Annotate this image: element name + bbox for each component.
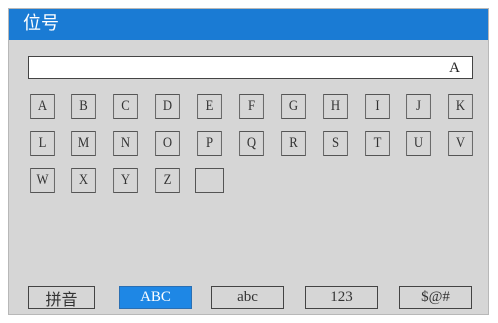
mode-numeric-button[interactable]: 123	[305, 286, 378, 309]
key-h[interactable]: H	[323, 94, 348, 119]
key-b[interactable]: B	[71, 94, 96, 119]
title-bar: 位号	[9, 9, 488, 40]
key-c[interactable]: C	[113, 94, 138, 119]
key-q[interactable]: Q	[239, 131, 264, 156]
key-o[interactable]: O	[155, 131, 180, 156]
input-dialog: 位号 A A B C D E F G H I J K L M N O P Q R…	[8, 8, 489, 315]
key-s[interactable]: S	[323, 131, 348, 156]
mode-uppercase-button[interactable]: ABC	[119, 286, 192, 309]
key-l[interactable]: L	[30, 131, 55, 156]
dialog-title: 位号	[23, 13, 59, 34]
key-g[interactable]: G	[281, 94, 306, 119]
text-input-field[interactable]: A	[28, 56, 473, 79]
key-y[interactable]: Y	[113, 168, 138, 193]
mode-lowercase-button[interactable]: abc	[211, 286, 284, 309]
key-a[interactable]: A	[30, 94, 55, 119]
key-x[interactable]: X	[71, 168, 96, 193]
key-k[interactable]: K	[448, 94, 473, 119]
key-r[interactable]: R	[281, 131, 306, 156]
key-d[interactable]: D	[155, 94, 180, 119]
key-j[interactable]: J	[406, 94, 431, 119]
key-m[interactable]: M	[71, 131, 96, 156]
key-f[interactable]: F	[239, 94, 264, 119]
key-t[interactable]: T	[365, 131, 390, 156]
key-n[interactable]: N	[113, 131, 138, 156]
key-w[interactable]: W	[30, 168, 55, 193]
input-value: A	[449, 60, 460, 76]
key-v[interactable]: V	[448, 131, 473, 156]
mode-symbol-button[interactable]: $@#	[399, 286, 472, 309]
key-z[interactable]: Z	[155, 168, 180, 193]
mode-pinyin-button[interactable]: 拼音	[28, 286, 95, 309]
key-e[interactable]: E	[197, 94, 222, 119]
key-u[interactable]: U	[406, 131, 431, 156]
key-blank[interactable]	[195, 168, 224, 193]
key-i[interactable]: I	[365, 94, 390, 119]
key-p[interactable]: P	[197, 131, 222, 156]
